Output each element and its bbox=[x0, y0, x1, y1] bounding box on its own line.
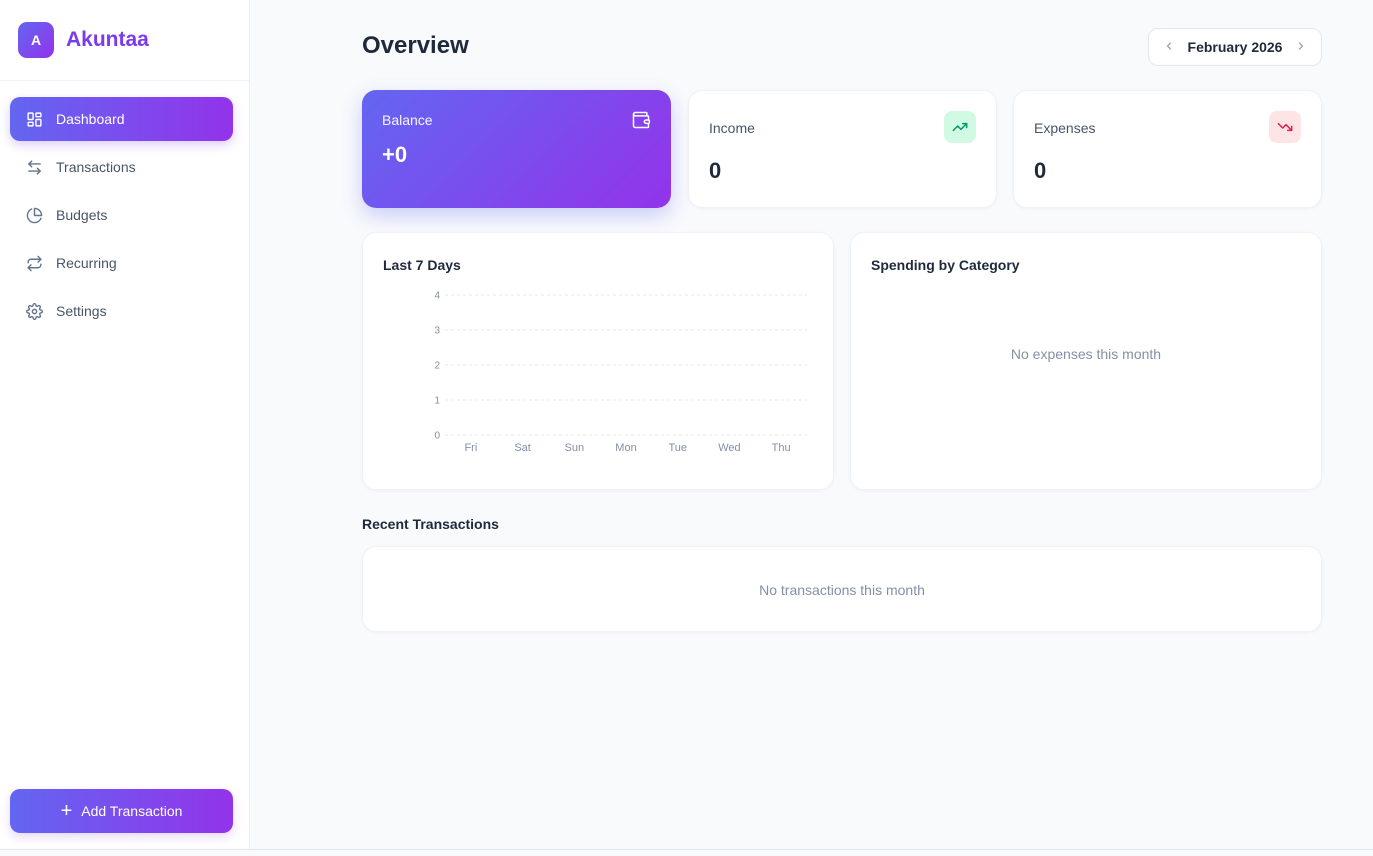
brand-name: Akuntaa bbox=[66, 28, 149, 51]
brand: A Akuntaa bbox=[0, 0, 249, 81]
sidebar-nav: Dashboard Transactions Budgets Recurring… bbox=[10, 97, 233, 337]
spending-by-category-card: Spending by Category No expenses this mo… bbox=[850, 232, 1322, 490]
sidebar-item-label: Budgets bbox=[56, 207, 108, 223]
sidebar-item-transactions[interactable]: Transactions bbox=[10, 145, 233, 189]
current-month: February 2026 bbox=[1187, 39, 1283, 55]
month-picker: February 2026 bbox=[1148, 28, 1322, 66]
sidebar-item-label: Dashboard bbox=[56, 111, 125, 127]
sidebar-item-recurring[interactable]: Recurring bbox=[10, 241, 233, 285]
bottom-divider bbox=[0, 849, 1373, 850]
page-title: Overview bbox=[362, 32, 469, 59]
last-7-days-chart: 4 3 2 1 0 Fri Sat Sun Mon Tue Wed Thu bbox=[434, 291, 807, 454]
sidebar-item-settings[interactable]: Settings bbox=[10, 289, 233, 333]
add-transaction-button[interactable]: + Add Transaction bbox=[10, 789, 233, 833]
gear-icon bbox=[25, 302, 43, 320]
y-tick-label: 2 bbox=[434, 361, 440, 372]
sidebar-item-label: Settings bbox=[56, 303, 107, 319]
chevron-left-icon[interactable] bbox=[1161, 40, 1177, 55]
trending-up-icon bbox=[944, 111, 976, 143]
x-tick-label: Sun bbox=[564, 442, 584, 454]
balance-label: Balance bbox=[382, 112, 433, 128]
no-expenses-message: No expenses this month bbox=[1010, 346, 1162, 362]
last-7-days-card: Last 7 Days 4 3 2 1 0 Fri Sat Sun Mon Tue Wed Thu bbox=[362, 232, 834, 490]
income-value: 0 bbox=[709, 158, 722, 183]
wallet-icon bbox=[631, 110, 651, 135]
x-tick-label: Mon bbox=[615, 442, 636, 454]
y-tick-label: 0 bbox=[434, 431, 440, 442]
sidebar-item-budgets[interactable]: Budgets bbox=[10, 193, 233, 237]
sidebar: A Akuntaa Dashboard Transactions Budgets bbox=[0, 0, 250, 850]
y-tick-label: 3 bbox=[434, 326, 440, 337]
income-label: Income bbox=[709, 120, 755, 136]
expenses-card: Expenses 0 bbox=[1013, 90, 1322, 208]
no-transactions-message: No transactions this month bbox=[759, 582, 925, 598]
recent-transactions-title: Recent Transactions bbox=[362, 516, 499, 532]
y-tick-label: 1 bbox=[434, 396, 440, 407]
x-tick-label: Wed bbox=[718, 442, 740, 454]
balance-card: Balance +0 bbox=[362, 90, 671, 208]
income-card: Income 0 bbox=[688, 90, 997, 208]
pie-chart-icon bbox=[25, 206, 43, 224]
x-tick-label: Fri bbox=[464, 442, 477, 454]
chevron-right-icon[interactable] bbox=[1293, 40, 1309, 55]
logo: A bbox=[18, 22, 54, 58]
add-transaction-label: Add Transaction bbox=[81, 803, 183, 819]
repeat-icon bbox=[25, 254, 43, 272]
y-tick-label: 4 bbox=[434, 291, 440, 302]
expenses-value: 0 bbox=[1034, 158, 1047, 183]
x-tick-label: Thu bbox=[772, 442, 791, 454]
x-tick-label: Sat bbox=[514, 442, 531, 454]
recent-transactions-card: No transactions this month bbox=[362, 546, 1322, 632]
plus-icon: + bbox=[60, 800, 73, 822]
arrows-left-right-icon bbox=[25, 158, 43, 176]
expenses-label: Expenses bbox=[1034, 120, 1096, 136]
trending-down-icon bbox=[1269, 111, 1301, 143]
grid-icon bbox=[25, 110, 43, 128]
sidebar-item-label: Recurring bbox=[56, 255, 117, 271]
x-tick-label: Tue bbox=[668, 442, 687, 454]
sidebar-item-dashboard[interactable]: Dashboard bbox=[10, 97, 233, 141]
spending-title: Spending by Category bbox=[871, 257, 1020, 273]
sidebar-item-label: Transactions bbox=[56, 159, 136, 175]
balance-value: +0 bbox=[382, 142, 408, 167]
